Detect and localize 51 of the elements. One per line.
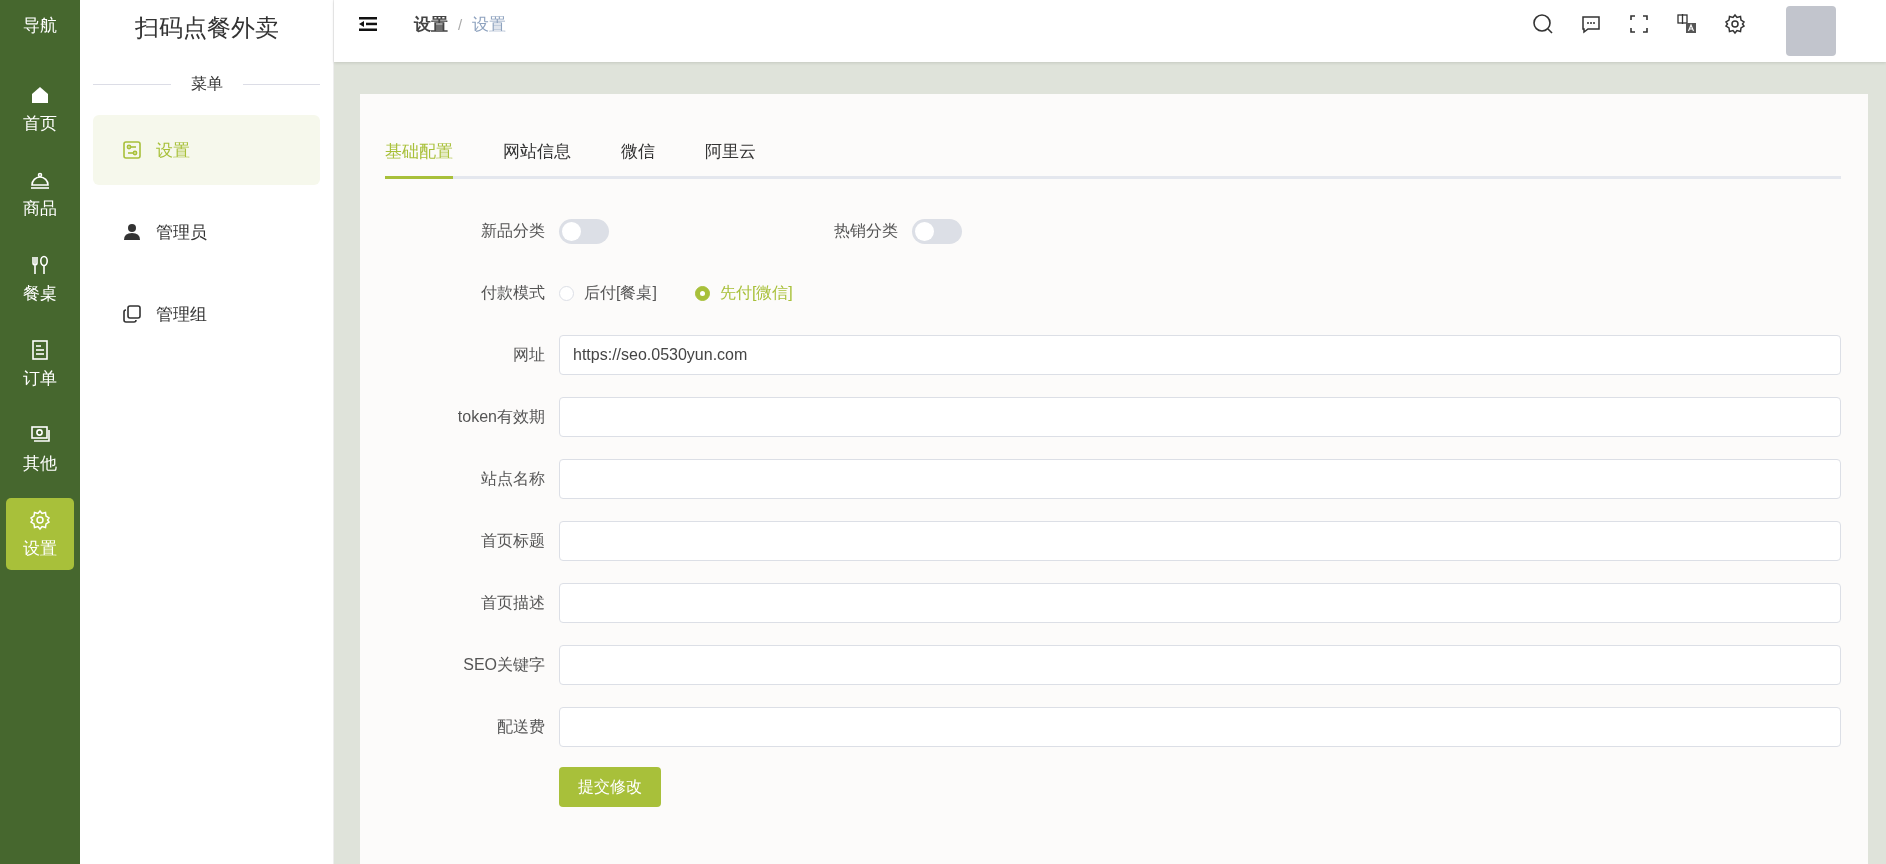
field-label: 付款模式 (480, 282, 546, 303)
field-label: 新品分类 (480, 220, 546, 241)
menu-item[interactable]: 管理员 (93, 197, 320, 267)
translate-icon[interactable] (1676, 13, 1698, 35)
document-icon (29, 338, 51, 361)
input-field[interactable] (559, 397, 1841, 437)
user-icon (122, 222, 142, 242)
breadcrumb-item[interactable]: 设置 (414, 12, 448, 36)
field-label: 首页标题 (480, 530, 546, 551)
nav-item[interactable]: 首页 (6, 73, 74, 145)
field-label: 网址 (512, 344, 546, 365)
settings-icon (29, 508, 51, 531)
avatar[interactable] (1786, 6, 1836, 56)
breadcrumb-item: 设置 (472, 13, 507, 36)
tab[interactable]: 微信 (621, 140, 655, 179)
app-title: 扫码点餐外卖 (134, 13, 279, 43)
nav-item[interactable]: 餐桌 (6, 243, 74, 315)
nav-title: 导航 (23, 15, 57, 37)
toggle-switch[interactable] (559, 218, 609, 244)
input-field[interactable] (559, 459, 1841, 499)
input-field[interactable] (559, 707, 1841, 747)
field-label: SEO关键字 (462, 654, 546, 675)
sliders-icon (122, 140, 142, 160)
nav-item[interactable]: 其他 (6, 413, 74, 485)
search-icon[interactable] (1532, 13, 1554, 35)
input-field[interactable] (559, 521, 1841, 561)
copy-icon (122, 304, 142, 324)
utensils-icon (29, 253, 51, 276)
toggle-switch[interactable] (912, 218, 962, 244)
radio-label[interactable]: 后付[餐桌] (584, 282, 657, 304)
tab[interactable]: 网站信息 (503, 140, 571, 179)
field-label: 首页描述 (480, 592, 546, 613)
settings-icon[interactable] (1724, 13, 1746, 35)
chat-icon[interactable] (1580, 13, 1602, 35)
radio-button[interactable] (694, 285, 710, 301)
menu-item[interactable]: 管理组 (93, 279, 320, 349)
nav-item[interactable]: 订单 (6, 328, 74, 400)
section-title: 菜单 (190, 74, 223, 94)
field-label: 热销分类 (834, 220, 898, 241)
field-label: 站点名称 (480, 468, 546, 489)
breadcrumb-separator: / (458, 15, 463, 33)
tab[interactable]: 阿里云 (705, 140, 756, 179)
nav-item[interactable]: 商品 (6, 158, 74, 230)
input-field[interactable]: https://seo.0530yun.com (559, 335, 1841, 375)
input-field[interactable] (559, 583, 1841, 623)
input-field[interactable] (559, 645, 1841, 685)
radio-button[interactable] (559, 285, 574, 301)
menu-icon[interactable] (359, 16, 377, 32)
field-label: 配送费 (496, 716, 546, 737)
fullscreen-icon[interactable] (1628, 13, 1650, 35)
field-label: token有效期 (456, 406, 546, 427)
